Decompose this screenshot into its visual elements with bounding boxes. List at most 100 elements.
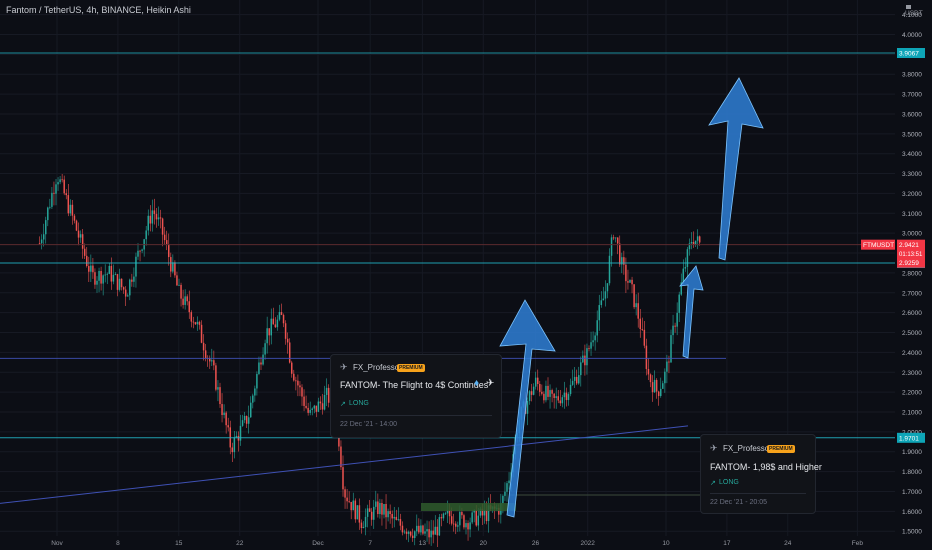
candle-body xyxy=(325,387,328,395)
candle-body xyxy=(88,266,90,272)
candle-body xyxy=(69,204,72,214)
candle-body xyxy=(422,525,424,534)
candle-body xyxy=(366,508,369,517)
candle-body xyxy=(532,386,535,395)
candle-body xyxy=(92,265,94,273)
candle-body xyxy=(567,394,570,401)
lock-icon[interactable] xyxy=(906,5,911,9)
card-divider xyxy=(710,493,806,494)
candle-body xyxy=(666,361,668,372)
candle-body xyxy=(573,376,576,381)
candle-body xyxy=(202,342,205,351)
candle-body xyxy=(45,220,47,235)
candle-body xyxy=(598,305,600,321)
candle-body xyxy=(176,275,178,286)
entry-zone-box[interactable] xyxy=(421,503,516,511)
y-tick-label: 3.7000 xyxy=(902,92,922,99)
rocket-icon: ✈ xyxy=(340,362,348,372)
candle-body xyxy=(578,375,580,384)
candle-body xyxy=(633,284,635,308)
candle-body xyxy=(315,405,318,412)
long-arrow-icon: ↗ xyxy=(710,480,716,487)
candle-body xyxy=(227,425,229,428)
candle-body xyxy=(239,425,242,441)
candle-body xyxy=(418,525,420,533)
candle-body xyxy=(213,360,215,366)
candle-body xyxy=(262,354,264,365)
candle-body xyxy=(606,283,609,292)
candle-body xyxy=(612,237,615,239)
candle-body xyxy=(698,236,701,243)
idea-title[interactable]: FANTOM- The Flight to 4$ Continues xyxy=(340,380,488,390)
candle-body xyxy=(575,376,578,384)
candle-body xyxy=(448,510,451,517)
candle-body xyxy=(168,244,170,258)
candle-body xyxy=(192,321,195,323)
candle-body xyxy=(696,236,699,241)
candle-body xyxy=(198,321,201,325)
y-tick-label: 3.6000 xyxy=(902,111,922,118)
candle-body xyxy=(38,243,41,244)
candle-body xyxy=(391,514,393,519)
candle-body xyxy=(260,362,262,365)
candle-body xyxy=(340,446,342,468)
candle-body xyxy=(571,380,574,385)
candle-body xyxy=(243,415,246,421)
idea-card-flight-to-4[interactable]: ✈ FX_Professor PREMIUM FANTOM- The Fligh… xyxy=(330,354,502,438)
candle-body xyxy=(424,531,426,534)
long-arrow-icon: ↗ xyxy=(340,401,346,408)
candle-body xyxy=(477,515,480,526)
diamond-icon: ♦ xyxy=(474,378,480,389)
candle-body xyxy=(61,179,63,181)
candle-body xyxy=(235,435,238,438)
candle-body xyxy=(543,393,545,401)
y-tick-label: 3.5000 xyxy=(902,131,922,138)
candle-body xyxy=(104,274,106,276)
candle-body xyxy=(674,325,676,327)
candle-body xyxy=(77,230,80,238)
candle-body xyxy=(90,265,92,272)
candle-body xyxy=(594,335,596,341)
candle-body xyxy=(436,526,439,536)
candle-body xyxy=(49,206,51,208)
idea-author[interactable]: FX_Professor xyxy=(723,444,772,453)
candle-body xyxy=(381,502,383,515)
candle-body xyxy=(442,513,445,519)
candle-body xyxy=(450,516,453,524)
candle-body xyxy=(684,266,687,269)
candle-body xyxy=(561,397,564,404)
candle-body xyxy=(133,276,135,282)
candle-body xyxy=(686,249,689,267)
candle-body xyxy=(379,502,381,515)
idea-card-198-and-higher[interactable]: ✈ FX_Professor PREMIUM FANTOM- 1,98$ and… xyxy=(700,434,822,514)
candle-body xyxy=(348,501,350,503)
candle-body xyxy=(291,362,293,374)
candle-body xyxy=(455,523,457,527)
candle-body xyxy=(530,391,533,395)
candle-body xyxy=(354,500,357,520)
candle-body xyxy=(254,388,256,396)
y-tick-label: 2.1000 xyxy=(902,410,922,417)
candle-body xyxy=(602,298,605,301)
candle-body xyxy=(151,210,154,224)
candle-body xyxy=(178,284,180,286)
candle-body xyxy=(250,402,252,418)
premium-badge: PREMIUM xyxy=(397,364,425,372)
candle-body xyxy=(256,373,258,389)
candle-body xyxy=(264,343,266,355)
candle-body xyxy=(350,501,352,511)
candle-body xyxy=(475,509,477,526)
idea-title[interactable]: FANTOM- 1,98$ and Higher xyxy=(710,462,822,472)
candle-body xyxy=(645,345,648,369)
candle-body xyxy=(147,215,149,231)
candle-body xyxy=(469,522,471,530)
idea-author[interactable]: FX_Professor xyxy=(353,363,402,372)
candle-body xyxy=(395,516,398,520)
y-tick-label: 1.7000 xyxy=(902,489,922,496)
candle-body xyxy=(432,530,434,535)
candle-body xyxy=(241,420,244,426)
candle-body xyxy=(678,294,680,313)
candle-body xyxy=(297,380,299,386)
candle-body xyxy=(305,405,307,408)
candle-body xyxy=(223,412,225,416)
